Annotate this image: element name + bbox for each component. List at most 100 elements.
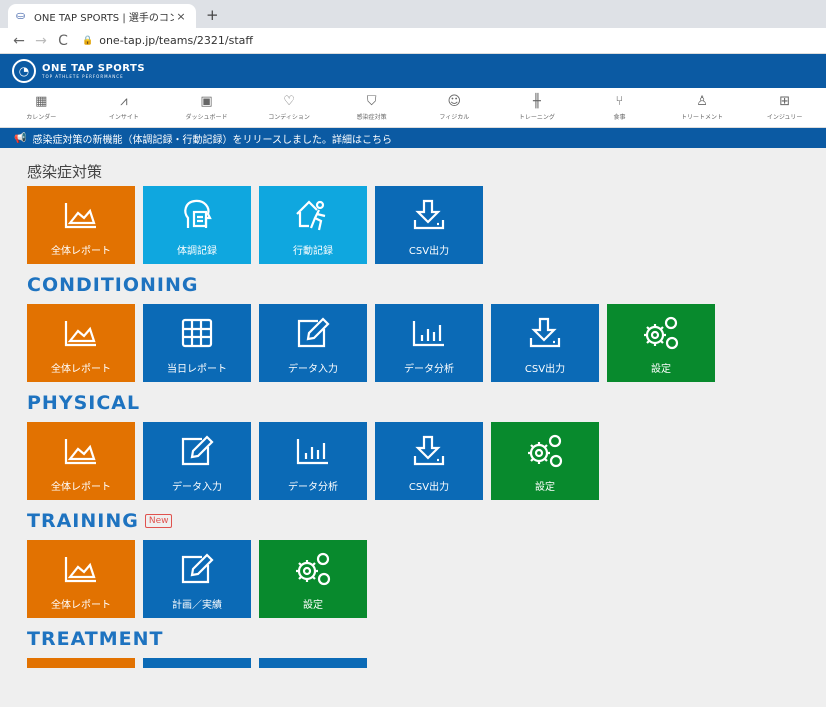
nav-label: インジュリー [766, 113, 803, 121]
person-icon: ☺ [447, 93, 462, 109]
tile-label: CSV出力 [408, 482, 450, 493]
treatment-tile[interactable] [143, 658, 251, 668]
nav-item-infection[interactable]: ⛉ 感染症対策 [330, 88, 413, 127]
data-analysis-tile[interactable]: データ分析 [375, 304, 483, 382]
download-icon [413, 435, 445, 466]
megaphone-icon: 📢 [14, 132, 27, 144]
nav-item-insight[interactable]: ⩘ インサイト [83, 88, 166, 127]
tile-label: 全体レポート [51, 600, 111, 611]
gears-icon [644, 316, 679, 350]
nav-item-injury[interactable]: ⊞ インジュリー [743, 88, 826, 127]
lock-icon: 🔒 [82, 35, 94, 46]
daily-report-tile[interactable]: 当日レポート [143, 304, 251, 382]
nav-item-calendar[interactable]: ▦ カレンダー [0, 88, 83, 127]
csv-export-tile[interactable]: CSV出力 [491, 304, 599, 382]
heart-pulse-icon: ♡ [283, 93, 295, 109]
csv-export-tile[interactable]: CSV出力 [375, 186, 483, 264]
nav-label: 感染症対策 [356, 113, 387, 121]
main-nav: ▦ カレンダー ⩘ インサイト ▣ ダッシュボード ♡ コンディション ⛉ 感染症対策 ☺… [0, 88, 826, 128]
treatment-tile[interactable] [259, 658, 367, 668]
area-chart-icon [64, 321, 96, 347]
tile-label: データ分析 [404, 364, 454, 375]
dashboard-icon: ▣ [200, 93, 213, 109]
edit-pencil-icon [181, 553, 214, 584]
tile-label: CSV出力 [524, 364, 566, 375]
download-icon [529, 317, 561, 348]
conditioning-tiles: 全体レポート 当日レポート データ入力 データ分析 CSV出力 設定 [27, 304, 826, 382]
nav-label: ダッシュボード [185, 113, 228, 121]
back-button[interactable]: ← [8, 33, 30, 49]
area-chart-icon [64, 203, 96, 229]
treatment-tile[interactable] [27, 658, 135, 668]
tile-label: データ分析 [288, 482, 338, 493]
tile-label: 全体レポート [51, 246, 111, 257]
shield-icon: ⛉ [366, 93, 377, 109]
csv-export-tile[interactable]: CSV出力 [375, 422, 483, 500]
favicon-icon: ⛀ [16, 9, 26, 22]
settings-tile[interactable]: 設定 [259, 540, 367, 618]
calendar-icon: ▦ [35, 93, 48, 109]
nav-label: トレーニング [518, 113, 555, 121]
download-icon [413, 199, 445, 230]
app-header: ◔ ONE TAP SPORTS TOP ATHLETE PERFORMANCE [0, 54, 826, 88]
physical-tiles: 全体レポート データ入力 データ分析 CSV出力 設定 [27, 422, 826, 500]
url-field[interactable]: 🔒 one-tap.jp/teams/2321/staff [82, 34, 253, 47]
tab-title: ONE TAP SPORTS | 選手のコンディ [34, 12, 174, 24]
data-analysis-tile[interactable]: データ分析 [259, 422, 367, 500]
grid-table-icon [181, 318, 213, 348]
overall-report-tile[interactable]: 全体レポート [27, 422, 135, 500]
new-tab-button[interactable]: + [206, 6, 219, 24]
data-input-tile[interactable]: データ入力 [143, 422, 251, 500]
new-badge: New [144, 514, 173, 528]
infection-tiles: 全体レポート 体調記録 行動記録 CSV出力 [27, 186, 826, 264]
overall-report-tile[interactable]: 全体レポート [27, 540, 135, 618]
activity-record-tile[interactable]: 行動記録 [259, 186, 367, 264]
logo[interactable]: ONE TAP SPORTS TOP ATHLETE PERFORMANCE [42, 63, 145, 79]
nav-item-training[interactable]: ╫ トレーニング [496, 88, 579, 127]
section-title-physical: PHYSICAL [27, 392, 141, 414]
section-title-treatment: TREATMENT [27, 628, 164, 650]
data-input-tile[interactable]: データ入力 [259, 304, 367, 382]
logo-sub-text: TOP ATHLETE PERFORMANCE [42, 74, 124, 79]
settings-tile[interactable]: 設定 [491, 422, 599, 500]
browser-tab-bar: ⛀ ONE TAP SPORTS | 選手のコンディ × + [0, 0, 826, 28]
nav-item-dashboard[interactable]: ▣ ダッシュボード [165, 88, 248, 127]
edit-pencil-icon [297, 317, 330, 348]
browser-tab[interactable]: ⛀ ONE TAP SPORTS | 選手のコンディ × [8, 4, 196, 28]
tab-close-button[interactable]: × [174, 10, 188, 23]
treatment-tiles [27, 658, 826, 668]
tile-label: 設定 [303, 600, 323, 611]
logo-icon[interactable]: ◔ [12, 59, 36, 83]
tile-label: 行動記録 [293, 246, 333, 257]
main-content: 感染症対策 全体レポート 体調記録 行動記録 CSV出力 CONDITIONIN… [0, 162, 826, 668]
announcement-bar[interactable]: 📢 感染症対策の新機能（体調記録・行動記録）をリリースしました。詳細はこちら [0, 128, 826, 148]
training-title-text: TRAINING [27, 510, 139, 532]
announcement-text: 感染症対策の新機能（体調記録・行動記録）をリリースしました。詳細はこちら [32, 134, 392, 146]
fork-knife-icon: ⑂ [615, 93, 624, 109]
nav-item-meal[interactable]: ⑂ 食事 [578, 88, 661, 127]
edit-pencil-icon [181, 435, 214, 466]
nav-label: カレンダー [26, 113, 57, 121]
overall-report-tile[interactable]: 全体レポート [27, 186, 135, 264]
home-walk-icon [296, 200, 326, 231]
tile-label: 全体レポート [51, 482, 111, 493]
tile-label: 設定 [651, 364, 671, 375]
tile-label: 設定 [535, 482, 555, 493]
area-chart-icon [64, 557, 96, 583]
nav-item-physical[interactable]: ☺ フィジカル [413, 88, 496, 127]
section-title-conditioning: CONDITIONING [27, 274, 199, 296]
overall-report-tile[interactable]: 全体レポート [27, 304, 135, 382]
nav-item-condition[interactable]: ♡ コンディション [248, 88, 331, 127]
section-title-training: TRAINING New [27, 506, 826, 536]
plan-result-tile[interactable]: 計画／実績 [143, 540, 251, 618]
reload-button[interactable]: C [52, 33, 74, 49]
tile-label: 体調記録 [177, 246, 217, 257]
nav-label: インサイト [108, 113, 139, 121]
dumbbell-icon: ╫ [532, 93, 541, 109]
logo-main-text: ONE TAP SPORTS [42, 63, 146, 74]
nav-item-treatment[interactable]: ♙ トリートメント [661, 88, 744, 127]
settings-tile[interactable]: 設定 [607, 304, 715, 382]
health-record-tile[interactable]: 体調記録 [143, 186, 251, 264]
section-title-infection: 感染症対策 [27, 163, 103, 181]
forward-button[interactable]: → [30, 33, 52, 49]
